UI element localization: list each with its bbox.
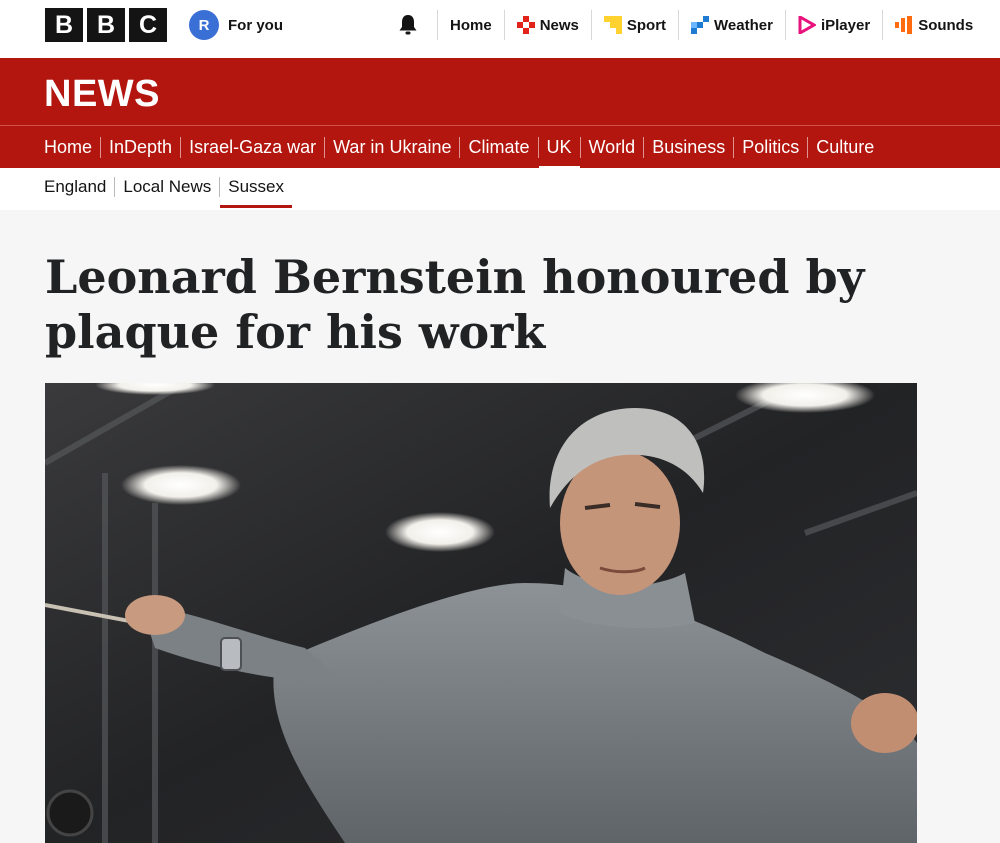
- top-nav-sport-label: Sport: [626, 16, 667, 34]
- top-nav-news-label: News: [539, 16, 579, 34]
- main-nav-politics[interactable]: Politics: [733, 136, 807, 158]
- for-you-button[interactable]: R For you: [189, 10, 283, 40]
- bbc-logo-letter-b1: B: [45, 8, 83, 42]
- weather-icon: [691, 16, 710, 34]
- main-nav-home[interactable]: Home: [36, 137, 100, 158]
- top-nav-sounds-label: Sounds: [918, 16, 974, 34]
- top-nav-home[interactable]: Home: [437, 10, 504, 40]
- top-nav-weather[interactable]: Weather: [678, 10, 785, 40]
- article-hero-image: [45, 383, 917, 843]
- top-nav-weather-label: Weather: [714, 16, 773, 34]
- sub-nav-local-news[interactable]: Local News: [114, 177, 219, 197]
- news-section-band: NEWS Home InDepth Israel-Gaza war War in…: [0, 58, 1000, 170]
- bbc-logo-letter-b2: B: [87, 8, 125, 42]
- avatar: R: [189, 10, 219, 40]
- sub-nav-sussex[interactable]: Sussex: [219, 177, 292, 208]
- top-nav-sport[interactable]: Sport: [590, 10, 678, 40]
- main-nav-indepth[interactable]: InDepth: [100, 136, 180, 158]
- top-nav-sounds[interactable]: Sounds: [882, 10, 985, 40]
- news-main-navigation: Home InDepth Israel-Gaza war War in Ukra…: [36, 135, 882, 170]
- main-nav-uk[interactable]: UK: [537, 136, 580, 170]
- article-headline: Leonard Bernstein honoured by plaque for…: [45, 250, 865, 360]
- sounds-icon: [895, 16, 913, 34]
- headline-line-1: Leonard Bernstein honoured by: [45, 250, 865, 304]
- main-nav-climate[interactable]: Climate: [459, 136, 537, 158]
- top-nav-news[interactable]: News: [503, 10, 591, 40]
- bbc-logo[interactable]: B B C: [45, 8, 167, 42]
- iplayer-icon: [798, 14, 817, 36]
- top-nav-iplayer-label: iPlayer: [820, 16, 871, 34]
- top-navigation: Home News Sport Weather iPlayer Sounds: [437, 0, 985, 50]
- headline-line-2: plaque for his work: [45, 305, 546, 359]
- sport-icon: [603, 16, 622, 34]
- bbc-masthead: B B C R For you Home News Sport Weather …: [0, 0, 1000, 58]
- main-nav-israel-gaza-war[interactable]: Israel-Gaza war: [180, 136, 324, 158]
- hero-photo-illustration: [45, 383, 917, 843]
- sub-nav-england[interactable]: England: [36, 177, 114, 197]
- news-icon: [516, 16, 535, 34]
- main-nav-culture[interactable]: Culture: [807, 136, 882, 158]
- main-nav-business[interactable]: Business: [643, 136, 733, 158]
- for-you-label: For you: [228, 16, 283, 34]
- notifications-bell-icon[interactable]: [396, 13, 420, 37]
- sub-navigation: England Local News Sussex: [0, 168, 1000, 210]
- main-nav-world[interactable]: World: [579, 136, 644, 158]
- top-nav-home-label: Home: [450, 16, 492, 34]
- news-section-title[interactable]: NEWS: [44, 73, 160, 116]
- main-nav-war-in-ukraine[interactable]: War in Ukraine: [324, 136, 459, 158]
- bbc-logo-letter-c: C: [129, 8, 167, 42]
- band-divider: [0, 125, 1000, 126]
- top-nav-iplayer[interactable]: iPlayer: [784, 10, 882, 40]
